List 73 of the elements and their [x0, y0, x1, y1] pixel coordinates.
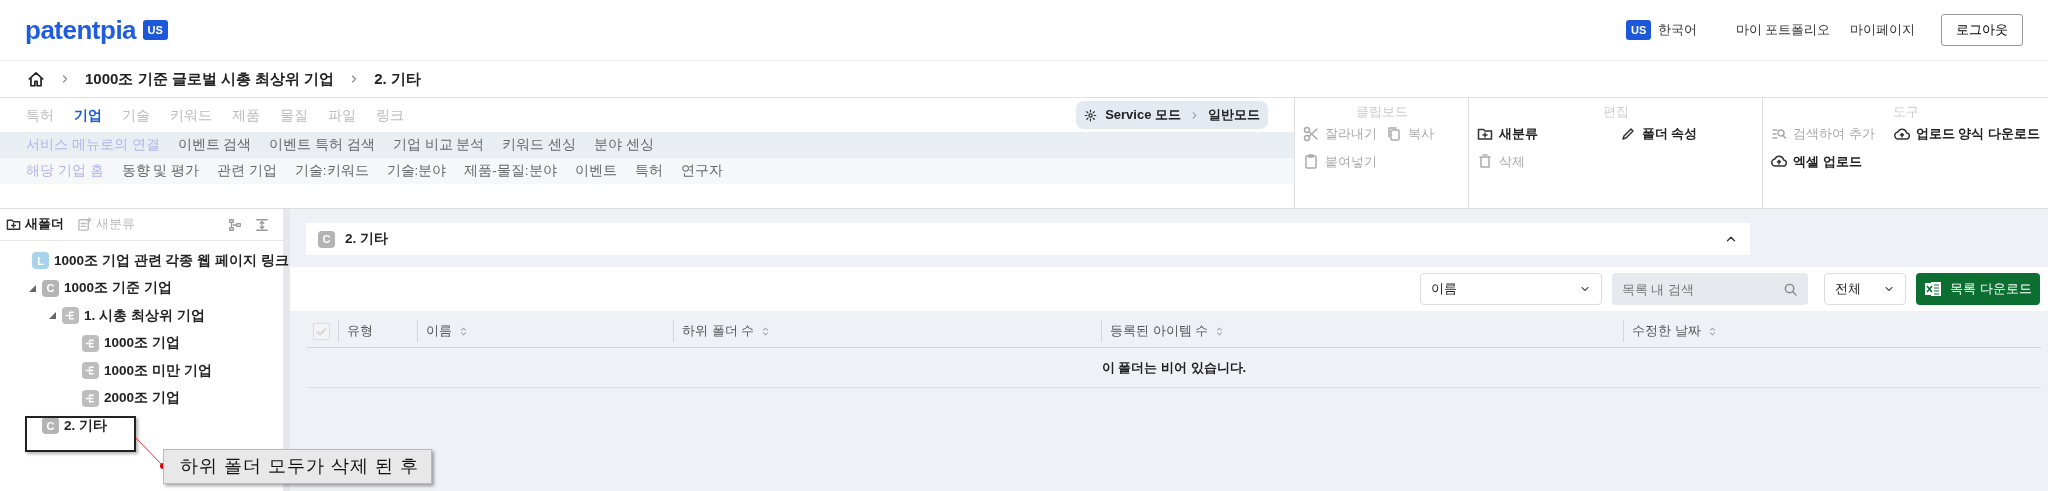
- ribbon-button[interactable]: 업로드 양식 다운로드: [1893, 124, 2040, 144]
- menu-link[interactable]: 기업 비교 분석: [392, 134, 485, 156]
- logo[interactable]: patentpia: [25, 10, 137, 50]
- tree-item[interactable]: 1000조 미만 기업: [104, 360, 212, 381]
- list-plus-icon: [77, 217, 92, 232]
- tree-item[interactable]: 2. 기타: [64, 415, 107, 436]
- ribbon-button[interactable]: 새분류: [1477, 124, 1612, 144]
- region-badge: US: [142, 19, 168, 41]
- mode-label: Service 모드: [1105, 106, 1181, 125]
- folder-plus-icon: [6, 217, 21, 232]
- folder-type-badge: C: [42, 279, 59, 297]
- copy-icon: [1385, 125, 1402, 142]
- folder-type-icon: [82, 389, 99, 407]
- logout-button[interactable]: 로그아웃: [1941, 14, 2023, 46]
- breadcrumb-item[interactable]: 2. 기타: [374, 67, 421, 91]
- menu-link[interactable]: 관련 기업: [217, 160, 277, 182]
- menu-link[interactable]: 이벤트 검색: [177, 134, 252, 156]
- tree-item[interactable]: 2000조 기업: [104, 388, 180, 409]
- pencil-icon: [1619, 125, 1636, 142]
- tree-item[interactable]: 1000조 기준 기업: [64, 278, 172, 299]
- search-field[interactable]: 목록 내 검색: [1611, 273, 1808, 305]
- ribbon-button[interactable]: 폴더 속성: [1619, 124, 1754, 144]
- menu-link[interactable]: 분야 센싱: [594, 134, 654, 156]
- menu-link[interactable]: 이벤트 특허 검색: [269, 134, 375, 156]
- collapse-toggle-icon[interactable]: [28, 284, 36, 292]
- tree-item[interactable]: 1. 시총 최상위 기업: [84, 305, 205, 326]
- header-link[interactable]: 마이페이지: [1850, 20, 1915, 40]
- trash-icon: [1477, 153, 1493, 170]
- menu-link[interactable]: 기술:분야: [386, 160, 447, 182]
- language-link[interactable]: 한국어: [1657, 20, 1697, 40]
- cloud-upload-icon: [1893, 125, 1910, 142]
- spreadsheet-icon: [1924, 280, 1943, 298]
- tree-item[interactable]: 1000조 기업 관련 각종 웹 페이지 링크: [54, 250, 289, 271]
- menu-link[interactable]: 키워드 센싱: [502, 134, 577, 156]
- folder-type-icon: [82, 362, 99, 380]
- menu-link[interactable]: 제품-물질:분야: [464, 160, 557, 182]
- menu-link[interactable]: 동향 및 평가: [121, 160, 200, 182]
- folder-type-icon: [62, 307, 79, 325]
- column-header[interactable]: 하위 폴더 수: [673, 320, 1101, 342]
- menu-link[interactable]: 기술:키워드: [294, 160, 369, 182]
- search-icon: [1782, 282, 1798, 297]
- empty-message: 이 폴더는 비어 있습니다.: [1101, 358, 1247, 377]
- tree-view-icon: [228, 217, 242, 232]
- breadcrumb-item[interactable]: 1000조 기준 글로벌 시총 최상위 기업: [85, 67, 335, 91]
- ribbon-tab[interactable]: 기업: [74, 104, 102, 126]
- filter-select[interactable]: 전체: [1824, 273, 1906, 305]
- tree-item[interactable]: 1000조 기업: [104, 333, 180, 354]
- field-select[interactable]: 이름: [1419, 273, 1602, 305]
- folder-type-badge: C: [318, 230, 335, 248]
- language-badge: US: [1626, 19, 1652, 41]
- cloud-upload-icon: [1771, 153, 1787, 170]
- menu-link[interactable]: 이벤트: [574, 160, 617, 182]
- column-header[interactable]: 등록된 아이템 수: [1101, 320, 1623, 342]
- folder-type-icon: [82, 334, 99, 352]
- settings-icon: [1084, 108, 1098, 122]
- download-button[interactable]: 목록 다운로드: [1916, 273, 2040, 305]
- column-header[interactable]: 유형: [338, 320, 417, 342]
- folder-type-badge: L: [32, 252, 49, 270]
- menu-link[interactable]: 연구자: [680, 160, 723, 182]
- scissors-icon: [1303, 125, 1319, 142]
- ribbon-button[interactable]: 엑셀 업로드: [1771, 151, 1886, 171]
- menu-link[interactable]: 특허: [634, 160, 663, 182]
- collapse-toggle-icon[interactable]: [48, 312, 56, 320]
- home-icon: [27, 70, 45, 88]
- expand-all-icon: [255, 217, 269, 232]
- column-header[interactable]: 수정한 날짜: [1623, 320, 2041, 342]
- column-header[interactable]: 이름: [417, 320, 673, 342]
- callout-note: 하위 폴더 모두가 삭제 된 후: [163, 449, 432, 484]
- clipboard-icon: [1303, 153, 1319, 170]
- toolbar-button[interactable]: 새폴더: [6, 215, 64, 234]
- header-link[interactable]: 마이 포트폴리오: [1735, 20, 1831, 40]
- folder-title: 2. 기타: [345, 229, 388, 248]
- mode-label: 일반모드: [1208, 106, 1260, 125]
